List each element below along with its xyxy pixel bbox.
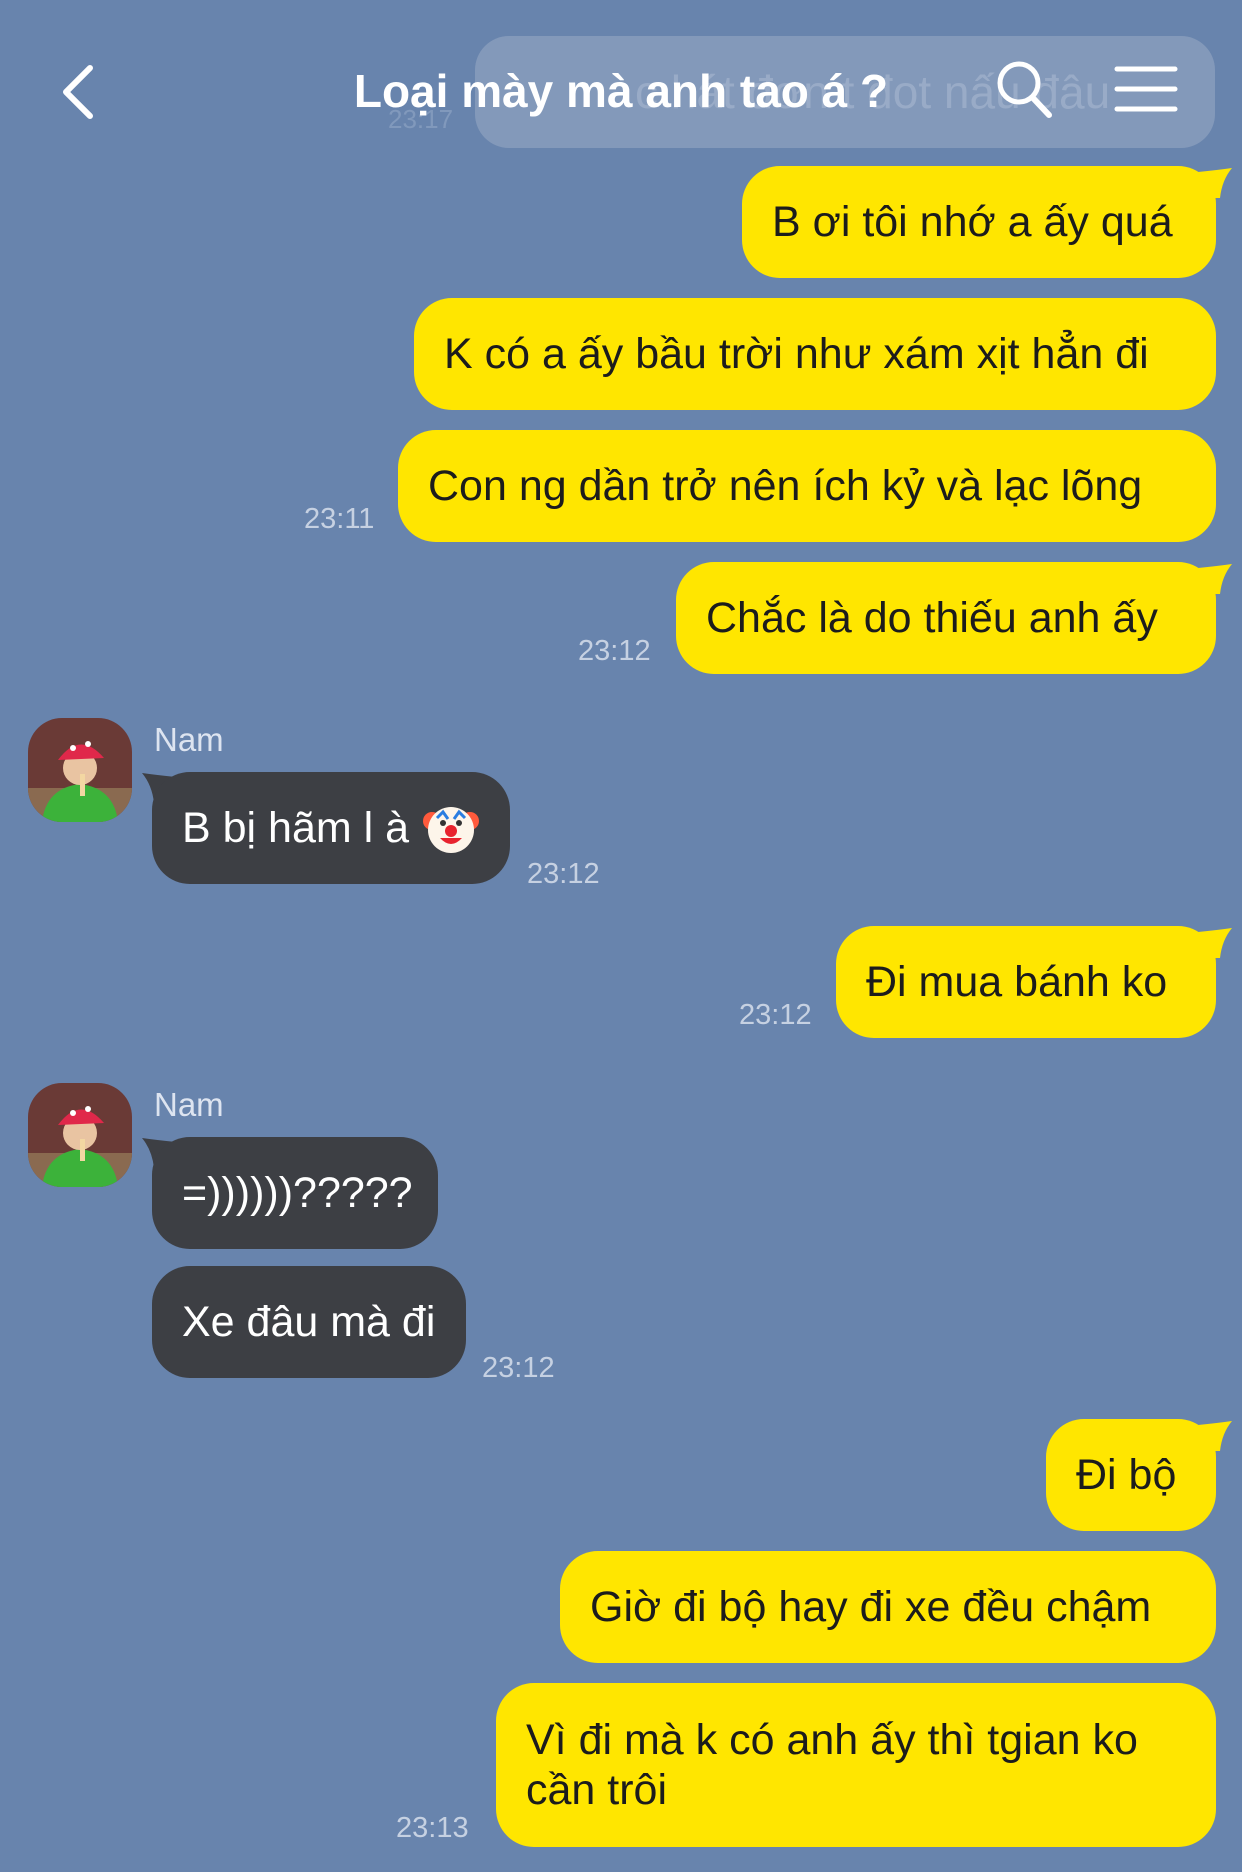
- message-text: Chắc là do thiếu anh ấy: [706, 594, 1158, 642]
- my-bubble-tail: [1198, 928, 1232, 958]
- message-time: 23:13: [396, 1812, 469, 1844]
- message-text: Vì đi mà k có anh ấy thì tgian ko cần tr…: [526, 1716, 1138, 1814]
- chat-header: c hát đơn t đot nấu đâu 23:17 Loại mày m…: [0, 0, 1242, 160]
- their-message-bubble[interactable]: Xe đâu mà đi: [152, 1266, 466, 1378]
- sender-name: Nam: [154, 721, 224, 758]
- my-message-bubble[interactable]: Vì đi mà k có anh ấy thì tgian ko cần tr…: [496, 1683, 1216, 1847]
- message-text: Đi bộ: [1076, 1451, 1177, 1499]
- message-text: B bị hãm l à: [182, 804, 410, 852]
- search-icon[interactable]: [994, 58, 1054, 120]
- avatar[interactable]: [28, 1083, 132, 1187]
- their-message-bubble[interactable]: =))))))?????: [152, 1137, 438, 1249]
- my-message-bubble[interactable]: K có a ấy bầu trời như xám xịt hẳn đi: [414, 298, 1216, 410]
- message-text: K có a ấy bầu trời như xám xịt hẳn đi: [444, 330, 1149, 378]
- message-time: 23:12: [527, 858, 600, 890]
- message-text: =))))))?????: [182, 1169, 413, 1217]
- my-message-bubble[interactable]: Con ng dần trở nên ích kỷ và lạc lõng: [398, 430, 1216, 542]
- message-text: Con ng dần trở nên ích kỷ và lạc lõng: [428, 462, 1143, 510]
- message-text: Đi mua bánh ko: [866, 958, 1168, 1006]
- clown-emoji: [423, 800, 480, 856]
- menu-icon[interactable]: [1114, 64, 1178, 114]
- my-message-bubble[interactable]: Đi mua bánh ko: [836, 926, 1216, 1038]
- my-bubble-tail: [1198, 168, 1232, 198]
- avatar[interactable]: [28, 718, 132, 822]
- message-time: 23:11: [304, 503, 375, 535]
- sender-name: Nam: [154, 1086, 224, 1123]
- my-bubble-tail: [1198, 564, 1232, 594]
- chat-screen: c hát đơn t đot nấu đâu 23:17 Loại mày m…: [0, 0, 1242, 1872]
- chat-title: Loại mày mà anh tao á ?: [353, 65, 889, 117]
- message-text: Giờ đi bộ hay đi xe đều chậm: [590, 1583, 1152, 1631]
- my-bubble-tail: [1198, 1421, 1232, 1451]
- message-text: B ơi tôi nhớ a ấy quá: [772, 198, 1173, 246]
- my-message-bubble[interactable]: B ơi tôi nhớ a ấy quá: [742, 166, 1216, 278]
- my-message-bubble[interactable]: Giờ đi bộ hay đi xe đều chậm: [560, 1551, 1216, 1663]
- message-time: 23:12: [578, 635, 651, 667]
- message-time: 23:12: [482, 1352, 555, 1384]
- message-text: Xe đâu mà đi: [182, 1298, 436, 1346]
- message-time: 23:12: [739, 999, 812, 1031]
- their-message-bubble[interactable]: B bị hãm l à: [152, 772, 510, 884]
- my-message-bubble[interactable]: Đi bộ: [1046, 1419, 1216, 1531]
- my-message-bubble[interactable]: Chắc là do thiếu anh ấy: [676, 562, 1216, 674]
